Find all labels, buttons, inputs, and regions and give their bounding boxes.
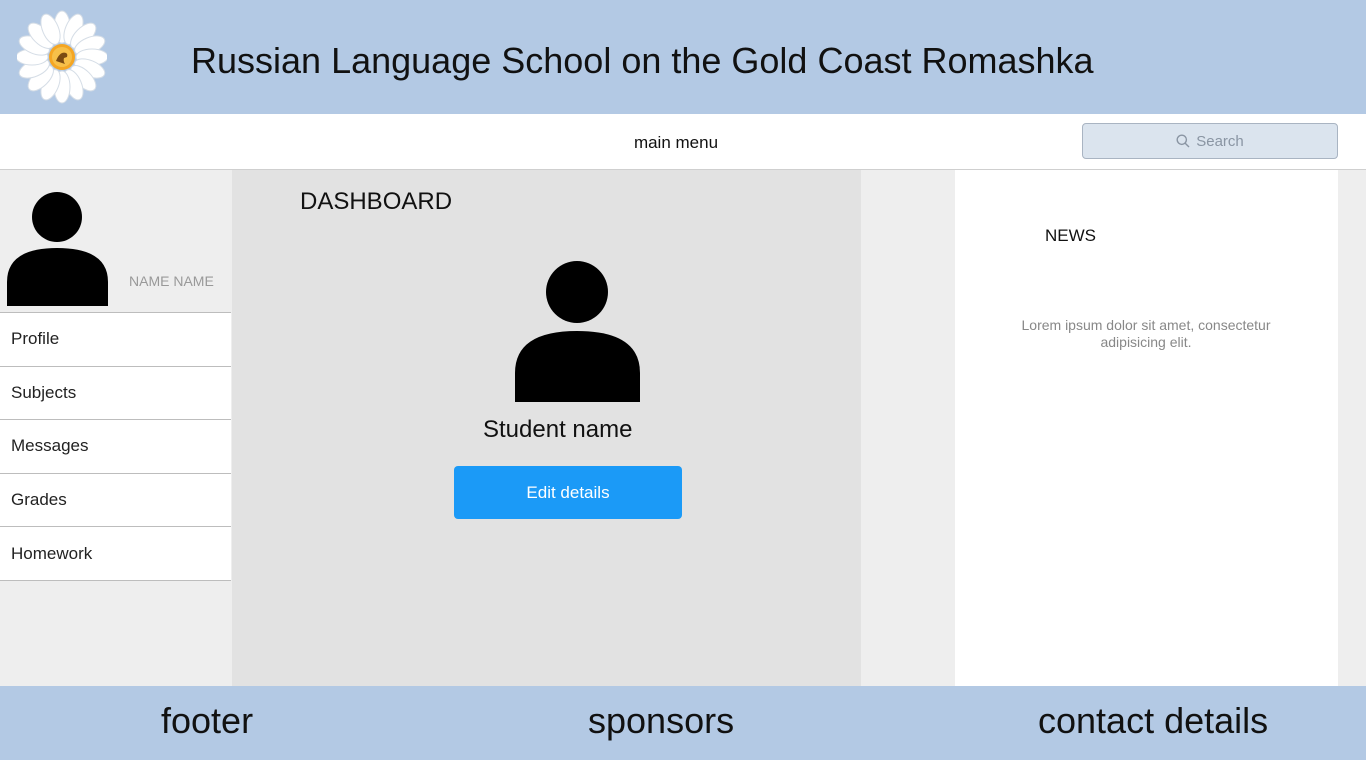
user-avatar-icon [7,192,108,306]
student-avatar-icon [515,261,640,402]
sidebar-item-profile[interactable]: Profile [0,313,231,367]
header: Russian Language School on the Gold Coas… [0,0,1366,114]
main-menu-bar: main menu Search [0,114,1366,170]
search-icon [1176,134,1190,148]
student-name: Student name [483,416,633,443]
site-title: Russian Language School on the Gold Coas… [191,40,1094,81]
search-input[interactable]: Search [1082,123,1338,159]
user-name: NAME NAME [129,273,214,289]
sidebar-item-subjects[interactable]: Subjects [0,366,231,421]
sponsors-link[interactable]: sponsors [588,700,734,742]
daisy-kangaroo-logo-icon[interactable] [17,10,107,104]
sidebar-nav: Profile Subjects Messages Grades Homewor… [0,312,231,581]
sidebar-item-messages[interactable]: Messages [0,420,231,474]
news-text: Lorem ipsum dolor sit amet, consectetur … [1021,317,1271,350]
sidebar: NAME NAME Profile Subjects Messages Grad… [0,170,232,686]
footer-label: footer [161,700,254,741]
page-title: DASHBOARD [300,188,453,215]
news-panel: NEWS Lorem ipsum dolor sit amet, consect… [955,170,1338,686]
news-title: NEWS [1045,226,1096,245]
dashboard-panel: DASHBOARD Student name Edit details [232,170,861,686]
edit-details-button[interactable]: Edit details [454,466,682,519]
search-placeholder: Search [1196,132,1244,150]
sidebar-item-homework[interactable]: Homework [0,527,231,581]
sidebar-item-grades[interactable]: Grades [0,473,231,528]
footer: footer sponsors contact details [0,686,1366,760]
contact-details-link[interactable]: contact details [1038,700,1268,742]
